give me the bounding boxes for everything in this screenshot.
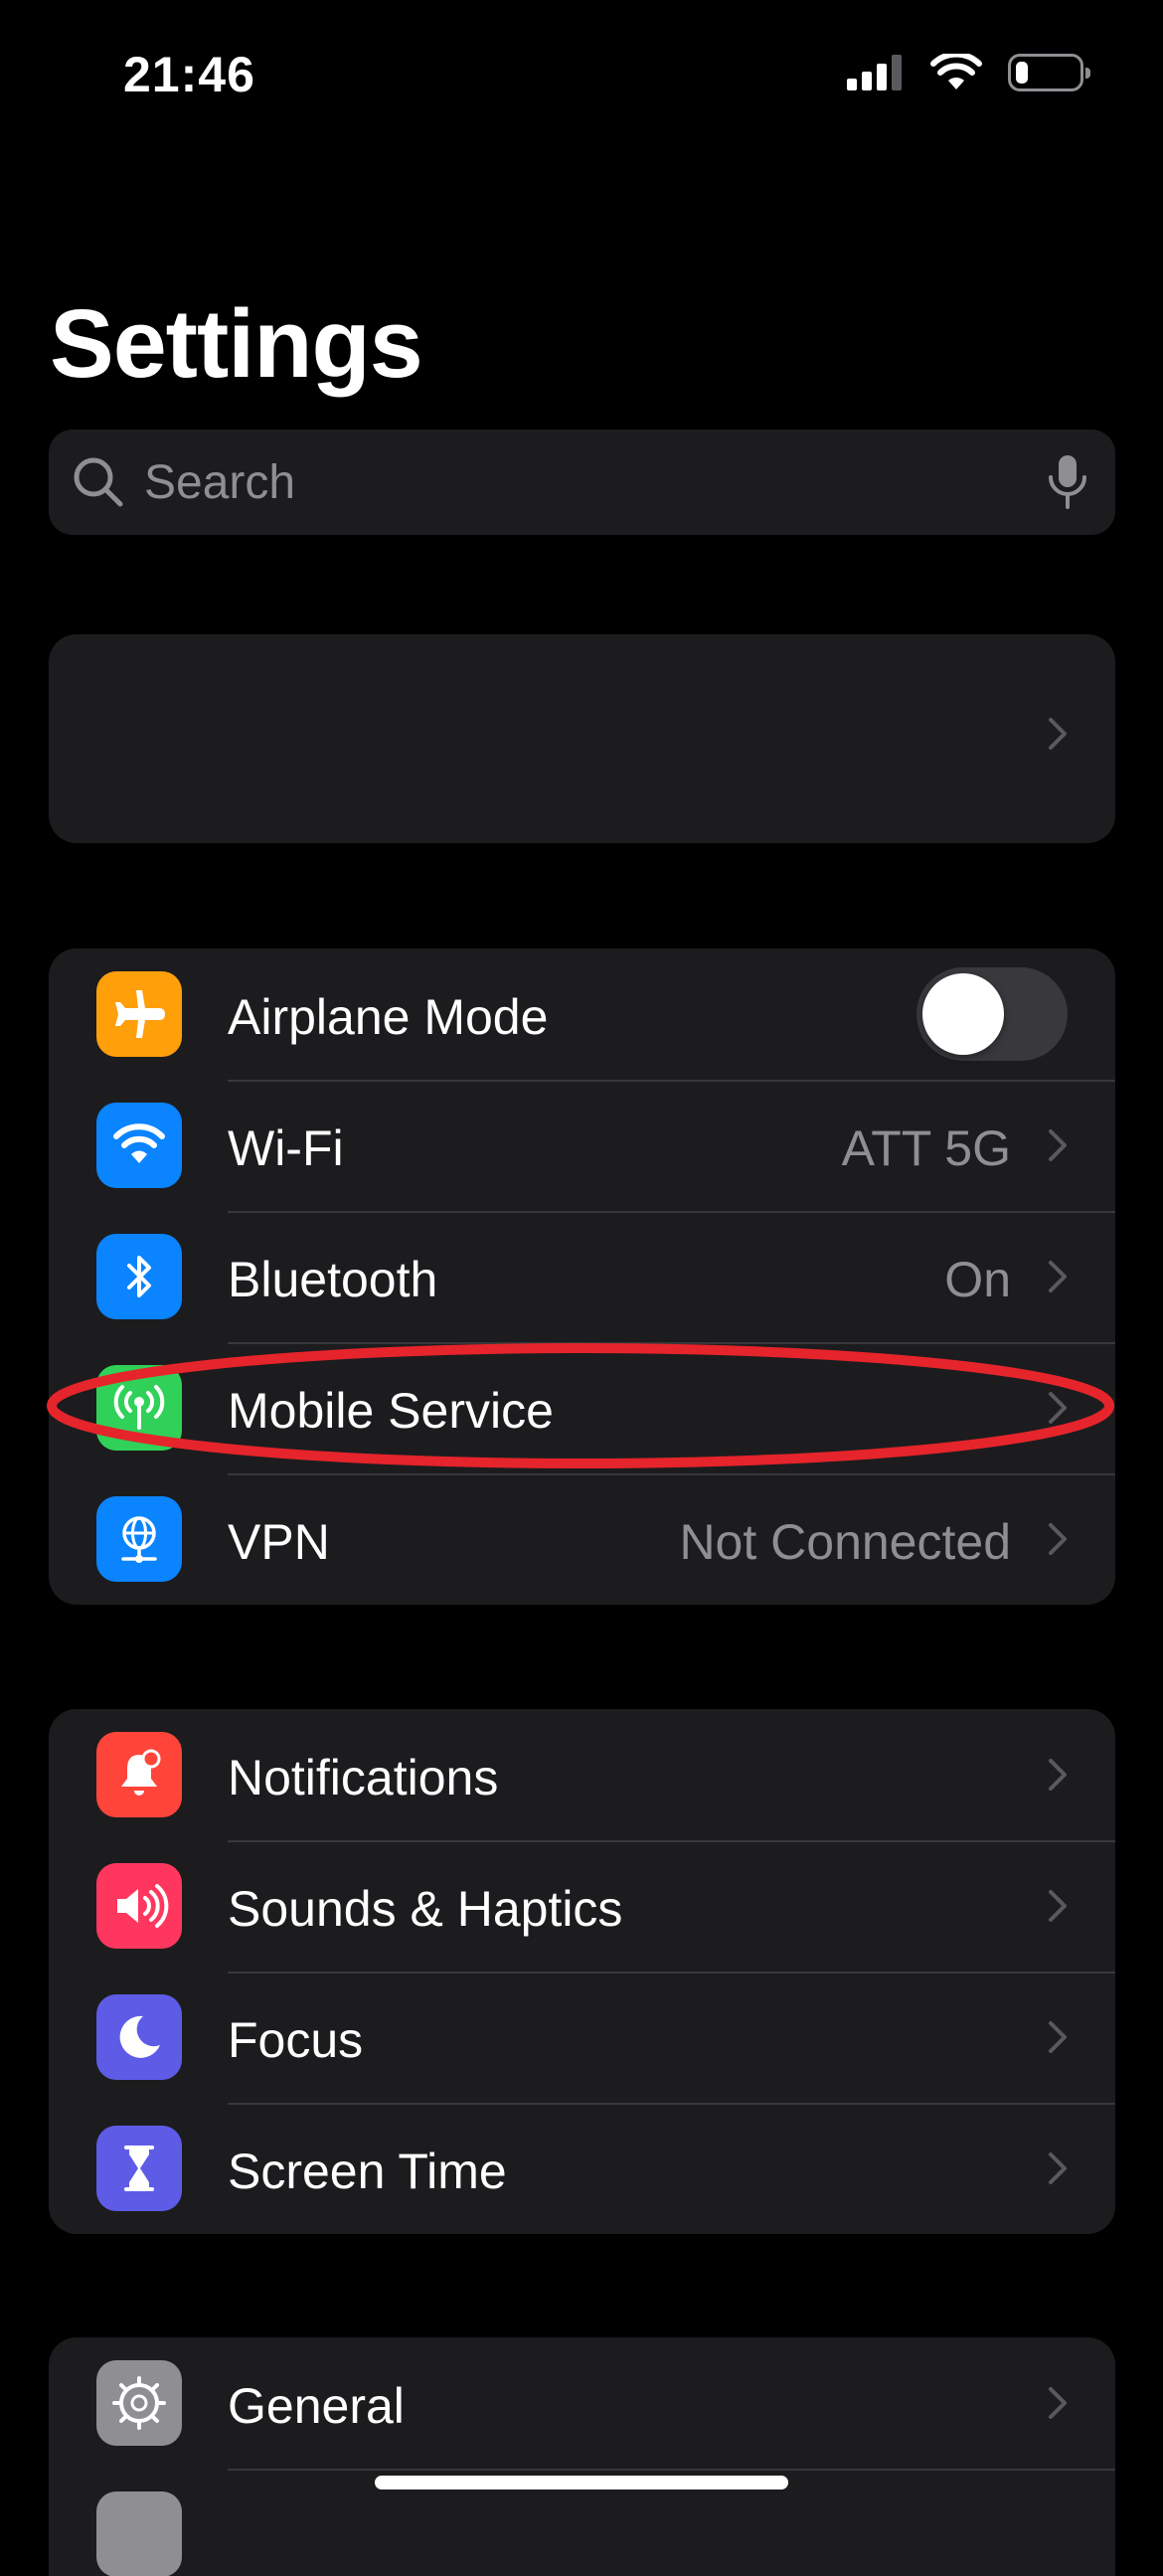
search-icon (74, 457, 123, 507)
connectivity-group: Airplane Mode Wi-Fi ATT 5G Bluetooth On (49, 948, 1115, 1605)
wifi-label: Wi-Fi (228, 1120, 344, 1176)
chevron-right-icon (1049, 1261, 1067, 1292)
mobile-service-label: Mobile Service (228, 1383, 554, 1439)
chevron-right-icon (1049, 1759, 1067, 1791)
chevron-right-icon (1049, 2152, 1067, 2184)
wifi-network-value: ATT 5G (841, 1120, 1011, 1176)
bluetooth-icon (127, 1256, 151, 1297)
general-label: General (228, 2378, 405, 2434)
antenna-icon (113, 1385, 165, 1430)
partial-icon-box (96, 2491, 182, 2576)
home-indicator[interactable] (375, 2476, 788, 2490)
chevron-right-icon (1049, 2387, 1067, 2419)
speaker-icon (117, 1884, 169, 1928)
chevron-right-icon (1049, 1129, 1067, 1161)
row-sounds-haptics[interactable]: Sounds & Haptics (49, 1840, 1115, 1972)
apple-id-card[interactable] (49, 634, 1115, 843)
row-notifications[interactable]: Notifications (49, 1709, 1115, 1840)
moon-icon (119, 2015, 160, 2058)
toggle-knob (922, 973, 1004, 1055)
row-mobile-service[interactable]: Mobile Service (49, 1342, 1115, 1473)
chevron-right-icon (1049, 1523, 1067, 1555)
chevron-right-icon (1049, 2021, 1067, 2053)
airplane-mode-toggle[interactable] (916, 967, 1068, 1061)
notifications-icon-box (96, 1732, 182, 1817)
row-wifi[interactable]: Wi-Fi ATT 5G (49, 1080, 1115, 1211)
bluetooth-label: Bluetooth (228, 1252, 438, 1307)
bluetooth-status-value: On (944, 1252, 1011, 1307)
airplane-mode-icon-box (96, 971, 182, 1057)
airplane-icon (115, 990, 165, 1038)
vpn-icon-box (96, 1496, 182, 1582)
gear-icon (112, 2376, 166, 2430)
notifications-label: Notifications (228, 1750, 499, 1805)
status-icons (847, 54, 1090, 91)
row-airplane-mode[interactable]: Airplane Mode (49, 948, 1115, 1080)
chevron-right-icon (1049, 718, 1067, 750)
airplane-mode-label: Airplane Mode (228, 989, 549, 1045)
focus-icon-box (96, 1994, 182, 2080)
bluetooth-icon-box (96, 1234, 182, 1319)
search-bar[interactable]: Search (49, 429, 1115, 535)
globe-icon (121, 1516, 157, 1563)
battery-icon (1008, 54, 1090, 91)
screen-time-icon-box (96, 2126, 182, 2211)
general-icon-box (96, 2360, 182, 2446)
status-bar: 21:46 (0, 0, 1163, 149)
chevron-right-icon (1049, 1392, 1067, 1424)
row-bluetooth[interactable]: Bluetooth On (49, 1211, 1115, 1342)
wifi-icon (113, 1123, 165, 1163)
general-group: General (49, 2337, 1115, 2576)
page-title: Settings (50, 289, 423, 398)
row-general[interactable]: General (49, 2337, 1115, 2469)
bell-icon (121, 1749, 161, 1796)
vpn-label: VPN (228, 1514, 330, 1570)
screen-time-label: Screen Time (228, 2144, 507, 2199)
search-placeholder: Search (144, 455, 296, 509)
vpn-status-value: Not Connected (679, 1514, 1011, 1570)
status-time: 21:46 (123, 47, 255, 102)
wifi-status-icon (930, 54, 982, 89)
row-screen-time[interactable]: Screen Time (49, 2103, 1115, 2234)
chevron-right-icon (1049, 1890, 1067, 1922)
hourglass-icon (124, 2146, 154, 2191)
battery-level-fill (1016, 62, 1028, 84)
wifi-icon-box (96, 1103, 182, 1188)
focus-label: Focus (228, 2012, 364, 2068)
row-vpn[interactable]: VPN Not Connected (49, 1473, 1115, 1605)
sounds-haptics-label: Sounds & Haptics (228, 1881, 623, 1937)
cellular-signal-icon (847, 55, 902, 90)
notifications-group: Notifications Sounds & Haptics Focus Scr… (49, 1709, 1115, 2234)
microphone-icon[interactable] (1046, 453, 1089, 511)
row-focus[interactable]: Focus (49, 1972, 1115, 2103)
mobile-service-icon-box (96, 1365, 182, 1451)
sounds-icon-box (96, 1863, 182, 1949)
